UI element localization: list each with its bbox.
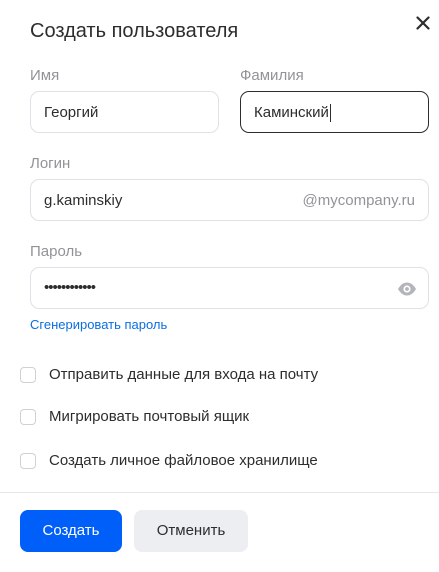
option-label: Отправить данные для входа на почту <box>49 366 319 383</box>
password-field[interactable]: •••••••••••• <box>30 267 429 309</box>
login-label: Логин <box>30 155 71 172</box>
close-icon <box>416 16 430 30</box>
create-user-dialog: Создать пользователя Имя Георгий Фамилия… <box>0 0 439 572</box>
checkbox[interactable] <box>20 367 36 383</box>
close-button[interactable] <box>412 12 434 34</box>
option-send-credentials[interactable]: Отправить данные для входа на почту <box>20 365 318 385</box>
first-name-value: Георгий <box>44 104 99 121</box>
password-label: Пароль <box>30 243 83 260</box>
cancel-button[interactable]: Отменить <box>134 510 248 552</box>
last-name-label: Фамилия <box>240 67 304 84</box>
last-name-value-wrap: Каминский <box>254 104 331 122</box>
generate-password-link[interactable]: Сгенерировать пароль <box>30 317 167 333</box>
login-field[interactable]: g.kaminskiy @mycompany.ru <box>30 179 429 221</box>
text-caret <box>329 104 331 122</box>
last-name-value: Каминский <box>254 104 329 121</box>
checkbox[interactable] <box>20 409 36 425</box>
first-name-label: Имя <box>30 67 60 84</box>
create-button[interactable]: Создать <box>20 510 122 552</box>
login-value: g.kaminskiy <box>44 192 123 209</box>
footer-divider <box>0 492 439 493</box>
last-name-field[interactable]: Каминский <box>240 91 429 133</box>
domain-suffix: @mycompany.ru <box>302 192 415 209</box>
first-name-field[interactable]: Георгий <box>30 91 219 133</box>
eye-icon[interactable] <box>397 280 417 298</box>
option-label: Мигрировать почтовый ящик <box>49 408 250 425</box>
option-create-file-storage[interactable]: Создать личное файловое хранилище <box>20 451 318 471</box>
dialog-title: Создать пользователя <box>30 20 239 42</box>
option-migrate-mailbox[interactable]: Мигрировать почтовый ящик <box>20 407 249 427</box>
checkbox[interactable] <box>20 453 36 469</box>
password-value: •••••••••••• <box>44 279 96 296</box>
option-label: Создать личное файловое хранилище <box>49 452 318 469</box>
